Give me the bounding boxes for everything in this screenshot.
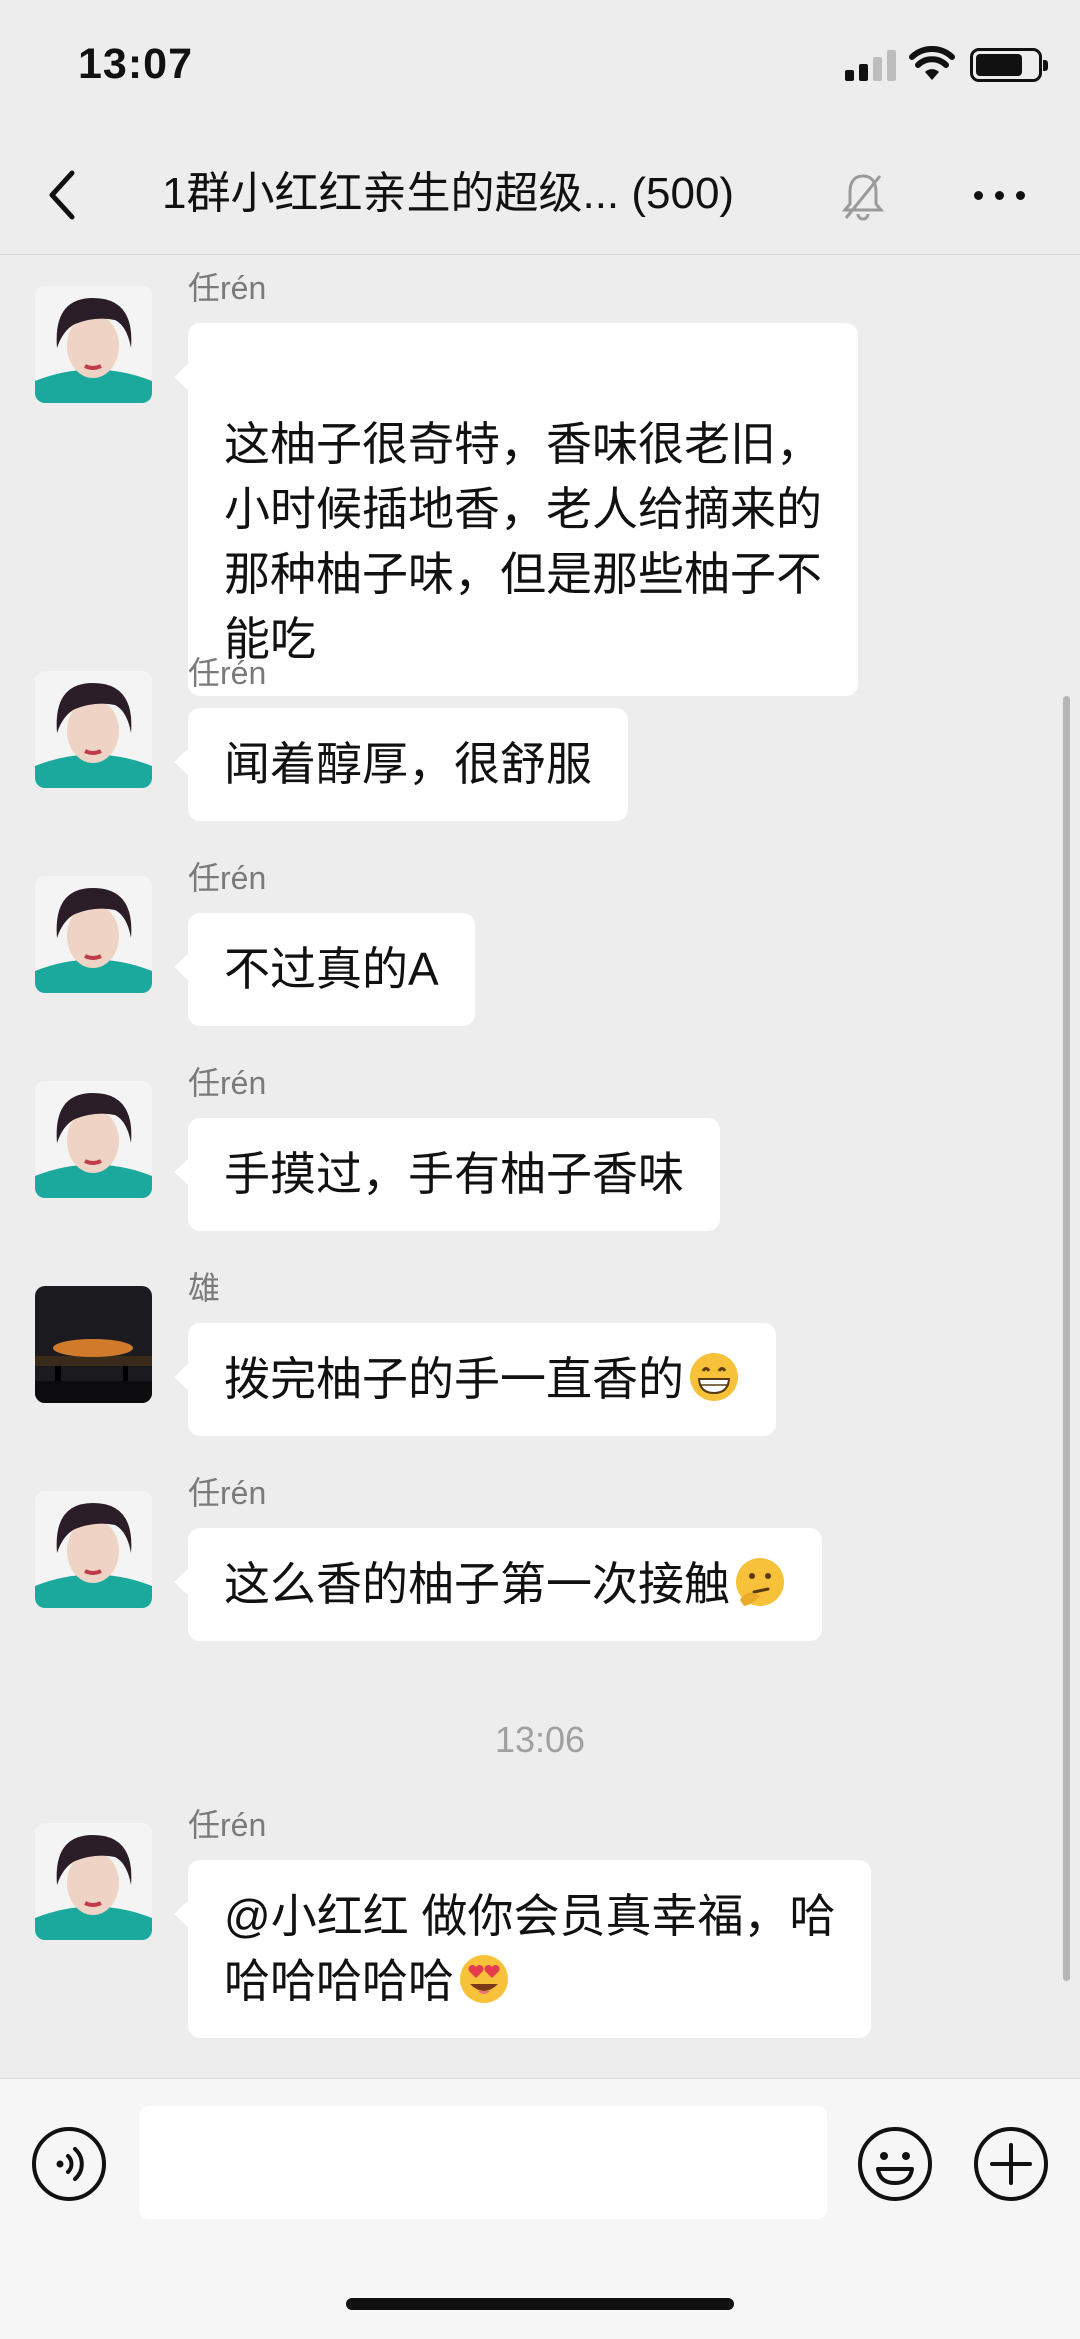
message-bubble[interactable]: @小红红 做你会员真幸福，哈 哈哈哈哈哈 <box>173 1860 872 2038</box>
wifi-icon <box>909 46 955 80</box>
message-text: 拨完柚子的手一直香的 <box>224 1353 684 1405</box>
woman-avatar[interactable] <box>35 1491 152 1608</box>
message-list[interactable]: 任rén 这柚子很奇特，香味很老旧， 小时候插地香，老人给摘来的 那种柚子味，但… <box>0 256 1080 2078</box>
sunset-avatar[interactable] <box>35 1286 152 1403</box>
woman-avatar[interactable] <box>35 876 152 993</box>
battery-icon <box>970 48 1048 82</box>
message-bubble[interactable]: 不过真的A <box>174 913 475 1026</box>
status-bar: 13:07 <box>0 0 1080 140</box>
scrollbar[interactable] <box>1063 696 1070 1981</box>
plus-icon[interactable] <box>972 2125 1050 2203</box>
sender-name: 任rén <box>188 1807 267 1843</box>
chat-title[interactable]: 1群小红红亲生的超级... (500) <box>162 164 734 224</box>
timestamp-divider: 13:06 <box>494 1719 586 1760</box>
woman-avatar[interactable] <box>35 1081 152 1198</box>
home-indicator[interactable] <box>346 2298 734 2310</box>
message-text: 这柚子很奇特，香味很老旧， 小时候插地香，老人给摘来的 那种柚子味，但是那些柚子… <box>224 418 822 665</box>
sender-name: 雄 <box>188 1270 221 1306</box>
woman-avatar[interactable] <box>35 1823 152 1940</box>
message-text: 不过真的A <box>224 943 439 995</box>
heart-eyes-emoji <box>460 1955 508 2003</box>
woman-avatar[interactable] <box>35 286 152 403</box>
sender-name: 任rén <box>188 270 267 306</box>
thinking-face-emoji <box>736 1558 784 1606</box>
sender-name: 任rén <box>188 860 267 896</box>
voice-icon[interactable] <box>30 2125 108 2203</box>
sender-name: 任rén <box>188 1475 267 1511</box>
message-bubble[interactable]: 手摸过，手有柚子香味 <box>174 1118 720 1231</box>
status-time: 13:07 <box>78 40 193 88</box>
message-text: 这么香的柚子第一次接触 <box>224 1558 730 1610</box>
input-bar <box>0 2078 1080 2339</box>
message-text: @小红红 做你会员真幸福，哈 哈哈哈哈哈 <box>224 1890 836 2007</box>
message-bubble[interactable]: 这柚子很奇特，香味很老旧， 小时候插地香，老人给摘来的 那种柚子味，但是那些柚子… <box>174 323 858 696</box>
message-bubble[interactable]: 闻着醇厚，很舒服 <box>174 708 628 821</box>
message-bubble[interactable]: 这么香的柚子第一次接触 <box>174 1528 822 1641</box>
emoji-icon[interactable] <box>856 2125 934 2203</box>
sender-name: 任rén <box>188 655 267 691</box>
message-input[interactable] <box>139 2106 827 2219</box>
chat-header: 1群小红红亲生的超级... (500) <box>0 140 1080 255</box>
message-text: 手摸过，手有柚子香味 <box>224 1148 684 1200</box>
back-chevron-icon[interactable] <box>38 165 88 225</box>
grinning-face-emoji <box>690 1353 738 1401</box>
message-bubble[interactable]: 拨完柚子的手一直香的 <box>174 1323 776 1436</box>
sender-name: 任rén <box>188 1065 267 1101</box>
message-text: 闻着醇厚，很舒服 <box>224 738 592 790</box>
woman-avatar[interactable] <box>35 671 152 788</box>
more-dots-icon[interactable] <box>970 185 1030 205</box>
mute-bell-icon <box>841 174 885 221</box>
signal-icon <box>845 49 897 81</box>
